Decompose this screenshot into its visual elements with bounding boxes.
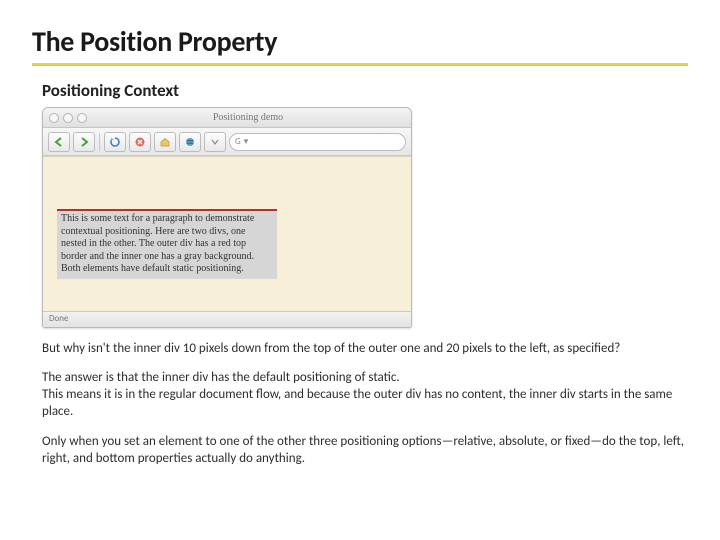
section-subtitle: Positioning Context [42,80,688,101]
back-arrow-icon [53,136,65,148]
page-title: The Position Property [32,24,688,61]
browser-statusbar: Done [43,311,411,327]
browser-toolbar: G ▾ [43,128,411,156]
browser-mock: Positioning demo [42,107,412,328]
dropdown-button[interactable] [204,132,226,152]
sample-paragraph: This is some text for a paragraph to dem… [57,209,277,279]
window-zoom-icon[interactable] [77,113,87,123]
toolbar-separator [99,133,100,151]
body-paragraph-1: But why isn't the inner div 10 pixels do… [42,340,688,357]
chevron-down-icon [211,138,219,146]
home-button[interactable] [154,132,176,152]
globe-button[interactable] [179,132,201,152]
stop-button[interactable] [129,132,151,152]
title-underline [32,63,688,66]
home-icon [159,136,171,148]
body-paragraph-3: Only when you set an element to one of t… [42,433,688,467]
forward-button[interactable] [73,132,95,152]
forward-arrow-icon [78,136,90,148]
window-titlebar: Positioning demo [43,108,411,128]
search-chevron-icon: ▾ [244,136,249,147]
reload-button[interactable] [104,132,126,152]
reload-icon [109,136,121,148]
globe-icon [184,136,196,148]
window-title: Positioning demo [91,112,405,123]
search-prefix-icon: G [235,136,241,147]
stop-icon [134,136,146,148]
body-paragraph-2: The answer is that the inner div has the… [42,369,688,420]
browser-viewport: This is some text for a paragraph to dem… [43,156,411,311]
window-minimize-icon[interactable] [63,113,73,123]
search-field[interactable]: G ▾ [229,133,406,151]
back-button[interactable] [48,132,70,152]
window-close-icon[interactable] [49,113,59,123]
